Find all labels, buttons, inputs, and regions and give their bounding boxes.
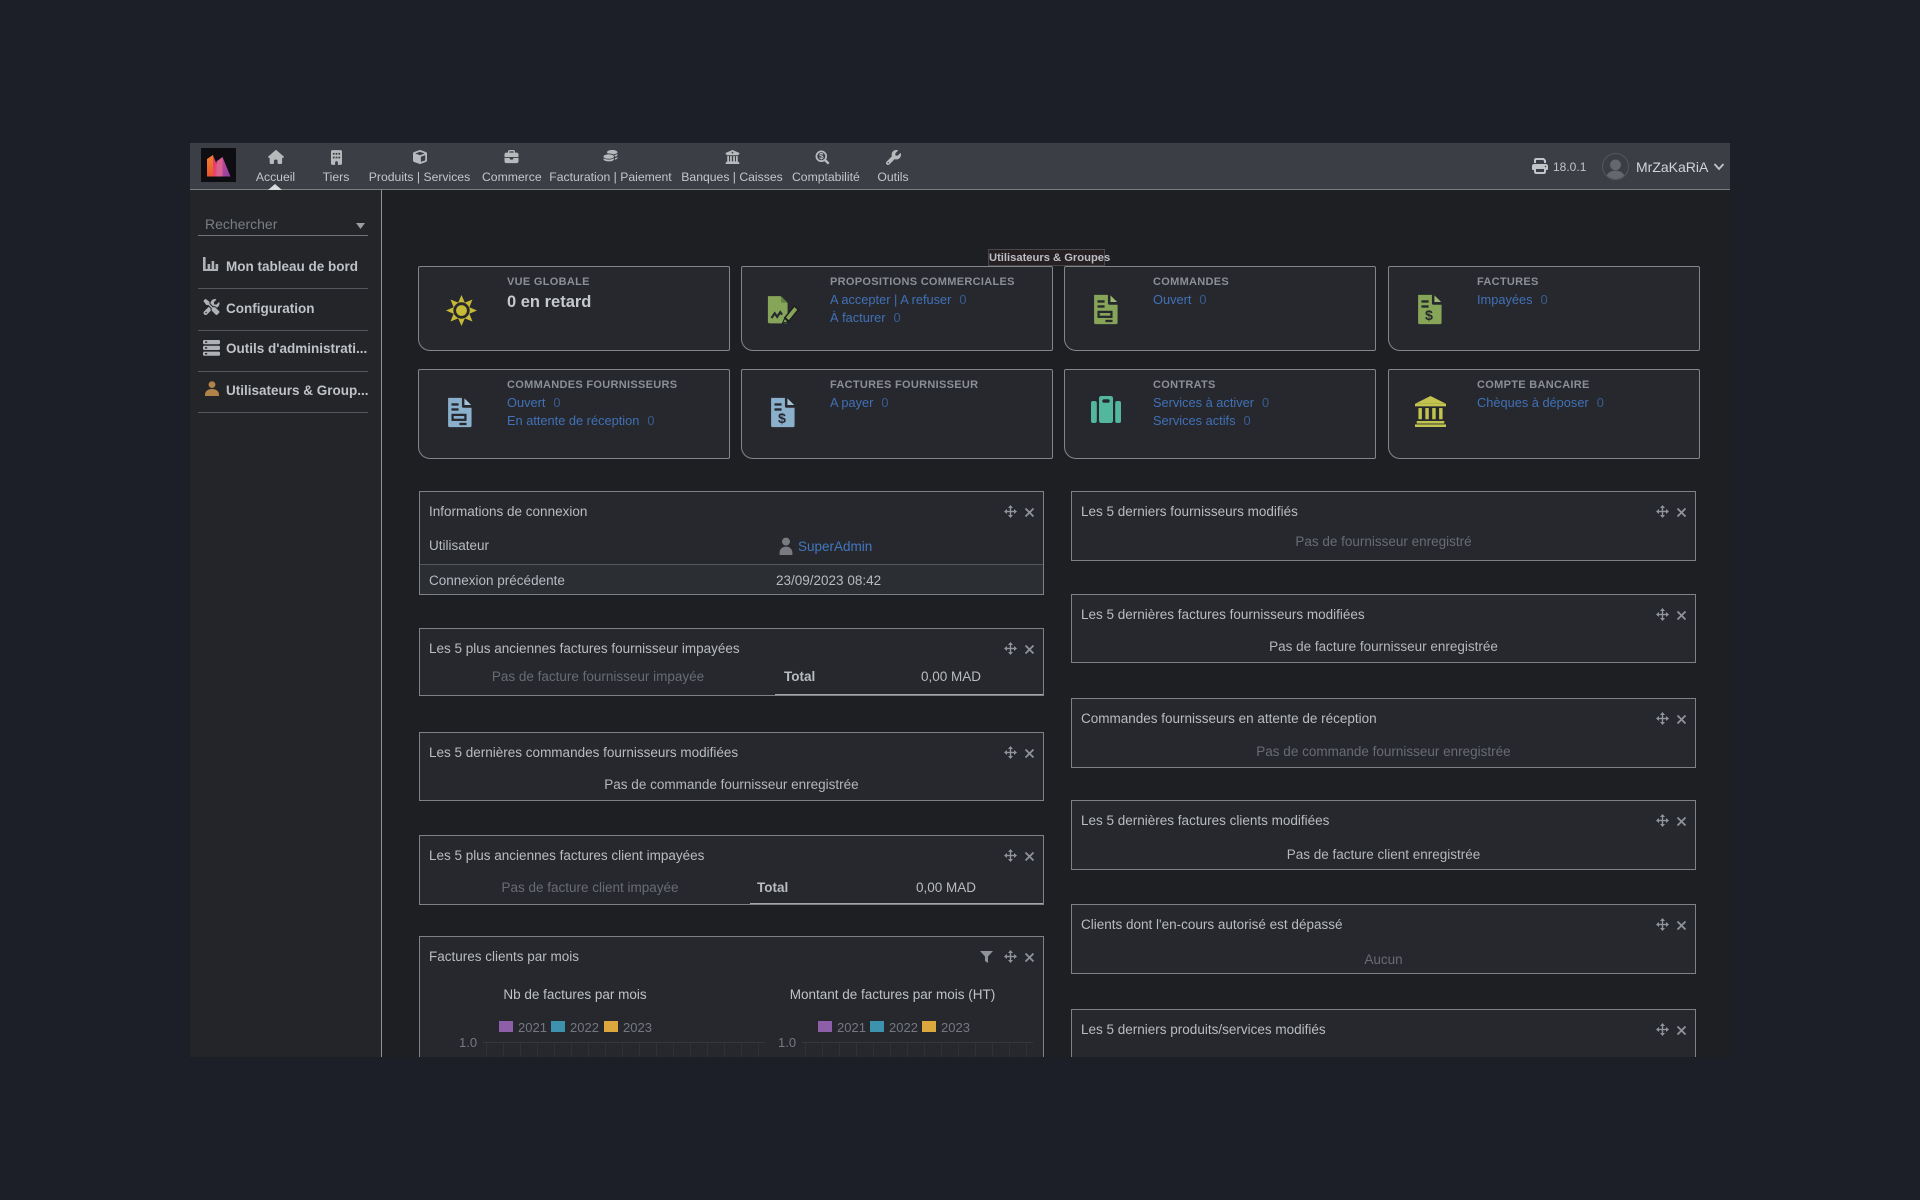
svg-text:$: $ — [819, 152, 824, 161]
svg-text:$: $ — [778, 411, 786, 427]
svg-text:$: $ — [1425, 308, 1433, 324]
